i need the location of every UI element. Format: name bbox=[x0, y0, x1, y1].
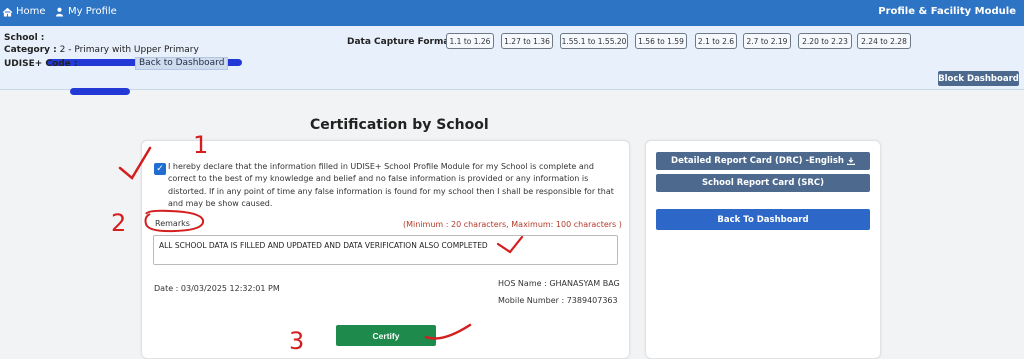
data-capture-format-label: Data Capture Format : bbox=[347, 37, 461, 47]
remarks-textarea[interactable]: ALL SCHOOL DATA IS FILLED AND UPDATED AN… bbox=[153, 235, 618, 265]
redaction-scribble bbox=[70, 88, 130, 95]
page-title: Certification by School bbox=[310, 117, 489, 133]
module-title: Profile & Facility Module bbox=[878, 6, 1016, 17]
format-button[interactable]: 2.1 to 2.6 bbox=[695, 33, 737, 49]
remarks-hint: (Minimum : 20 characters, Maximum: 100 c… bbox=[403, 220, 622, 229]
certify-button[interactable]: Certify bbox=[336, 325, 436, 346]
drc-download-button[interactable]: Detailed Report Card (DRC) -English bbox=[656, 152, 870, 170]
nav-my-profile-label: My Profile bbox=[68, 6, 117, 17]
certification-date: Date : 03/03/2025 12:32:01 PM bbox=[154, 284, 280, 293]
hos-name: HOS Name : GHANASYAM BAG bbox=[498, 279, 620, 288]
format-button[interactable]: 1.27 to 1.36 bbox=[501, 33, 553, 49]
block-dashboard-button[interactable]: Block Dashboard bbox=[938, 71, 1019, 86]
declaration-checkbox[interactable]: ✓ bbox=[154, 163, 166, 175]
udise-line: UDISE+ Code : bbox=[4, 59, 78, 69]
school-line: School : bbox=[4, 33, 44, 43]
annotation-number-2: 2 bbox=[111, 209, 127, 237]
remarks-label: Remarks bbox=[155, 219, 190, 228]
back-to-dashboard-link[interactable]: Back to Dashboard bbox=[135, 57, 229, 70]
nav-home[interactable]: Home bbox=[2, 6, 46, 17]
report-card-panel bbox=[645, 140, 881, 359]
src-button[interactable]: School Report Card (SRC) bbox=[656, 174, 870, 192]
top-nav-bar: Home My Profile Profile & Facility Modul… bbox=[0, 0, 1024, 26]
category-value: 2 - Primary with Upper Primary bbox=[59, 45, 199, 55]
annotation-number-1: 1 bbox=[193, 131, 209, 159]
school-label: School : bbox=[4, 33, 45, 43]
download-icon bbox=[846, 157, 855, 165]
user-icon bbox=[55, 7, 64, 17]
format-button[interactable]: 1.55.1 to 1.55.20 bbox=[560, 33, 628, 49]
format-button[interactable]: 2.7 to 2.19 bbox=[743, 33, 791, 49]
format-button[interactable]: 1.56 to 1.59 bbox=[635, 33, 687, 49]
drc-label: Detailed Report Card (DRC) -English bbox=[671, 156, 844, 166]
declaration-text: I hereby declare that the information fi… bbox=[168, 162, 614, 208]
back-to-dashboard-button[interactable]: Back To Dashboard bbox=[656, 209, 870, 230]
nav-home-label: Home bbox=[16, 6, 46, 17]
category-label: Category : bbox=[4, 45, 57, 55]
annotation-number-3: 3 bbox=[289, 327, 305, 355]
category-line: Category : 2 - Primary with Upper Primar… bbox=[4, 45, 199, 55]
format-button[interactable]: 2.24 to 2.28 bbox=[857, 33, 911, 49]
nav-my-profile[interactable]: My Profile bbox=[54, 6, 117, 17]
mobile-number: Mobile Number : 7389407363 bbox=[498, 296, 618, 305]
udise-label: UDISE+ Code : bbox=[4, 59, 78, 69]
home-icon bbox=[2, 7, 13, 17]
format-button[interactable]: 2.20 to 2.23 bbox=[798, 33, 852, 49]
format-button[interactable]: 1.1 to 1.26 bbox=[446, 33, 494, 49]
